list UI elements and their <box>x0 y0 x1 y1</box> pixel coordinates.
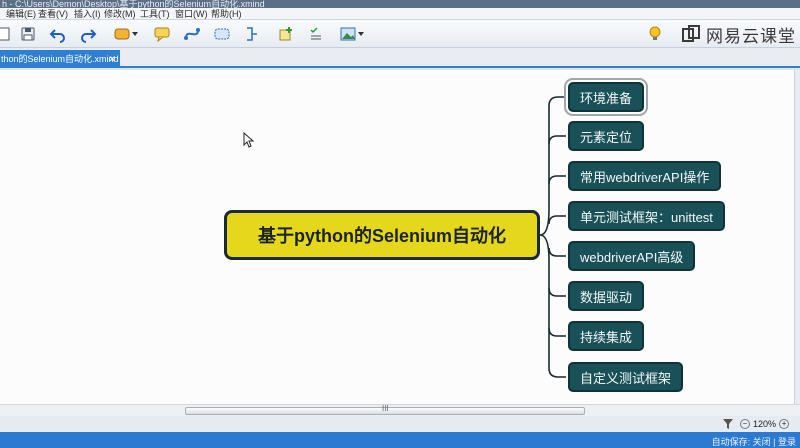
redo-icon[interactable] <box>78 24 98 44</box>
zoom-level: 120% <box>753 419 777 429</box>
save-icon[interactable] <box>18 24 38 44</box>
menu-help[interactable]: 帮助(H) <box>211 8 242 20</box>
vertical-scrollbar[interactable] <box>795 70 800 404</box>
menu-bar: 编辑(E) 查看(V) 插入(I) 修改(M) 工具(T) 窗口(W) 帮助(H… <box>0 8 800 20</box>
topic-label: webdriverAPI高级 <box>580 249 684 265</box>
boundary-icon[interactable] <box>212 24 232 44</box>
topic-label: 单元测试框架：unittest <box>580 209 713 225</box>
topic-icon[interactable] <box>112 24 138 44</box>
scrollbar-thumb[interactable]: III <box>185 404 585 415</box>
zoom-out-button[interactable]: − <box>740 419 750 429</box>
window-title-bar: h - C:\Users\Demon\Desktop\基于python的Sele… <box>0 0 800 8</box>
menu-edit[interactable]: 编辑(E) <box>6 8 36 20</box>
bottom-bar: 自动保存: 关闭 | 登录 <box>0 432 800 448</box>
task-icon[interactable] <box>306 24 326 44</box>
topic-element-locating[interactable]: 元素定位 <box>568 121 645 151</box>
image-icon[interactable] <box>338 24 364 44</box>
topic-label: 自定义测试框架 <box>580 370 672 386</box>
menu-tools[interactable]: 工具(T) <box>140 8 170 20</box>
topic-label: 持续集成 <box>580 329 633 345</box>
zoom-in-button[interactable]: + <box>779 419 790 429</box>
editor-tab-strip: thon的Selenium自动化.xmind ✕ <box>0 48 800 68</box>
bottom-status-text: 自动保存: 关闭 | 登录 <box>711 437 796 447</box>
filter-icon[interactable] <box>722 418 734 430</box>
topic-unittest-framework[interactable]: 单元测试框架：unittest <box>568 201 725 231</box>
status-bar: − 120% + <box>0 416 800 432</box>
horizontal-scrollbar[interactable]: III <box>0 404 800 416</box>
tab-label: thon的Selenium自动化.xmind <box>1 54 119 64</box>
topic-label: 环境准备 <box>580 90 633 106</box>
marker-icon[interactable] <box>276 24 296 44</box>
scrollbar-grip: III <box>382 404 389 413</box>
topic-label: 元素定位 <box>580 129 633 145</box>
window-title: h - C:\Users\Demon\Desktop\基于python的Sele… <box>2 0 265 8</box>
summary-icon[interactable] <box>242 24 262 44</box>
menu-window[interactable]: 窗口(W) <box>175 8 208 20</box>
page-icon[interactable] <box>0 24 14 44</box>
topic-webdriver-api-advanced[interactable]: webdriverAPI高级 <box>568 241 696 271</box>
netease-cloud-classroom-logo: 网易云课堂 <box>682 23 796 46</box>
menu-insert[interactable]: 插入(I) <box>74 8 101 20</box>
logo-mark-icon <box>682 25 700 42</box>
zoom-control: − 120% + <box>722 417 792 431</box>
topic-data-driven[interactable]: 数据驱动 <box>568 281 645 311</box>
tab-xmind-file[interactable]: thon的Selenium自动化.xmind ✕ <box>0 50 120 68</box>
lightbulb-icon[interactable] <box>645 24 665 44</box>
undo-icon[interactable] <box>48 24 68 44</box>
topic-label: 数据驱动 <box>580 289 633 305</box>
callout-icon[interactable] <box>152 24 172 44</box>
topic-environment-setup[interactable]: 环境准备 <box>563 78 649 116</box>
mouse-cursor-icon <box>243 132 255 148</box>
topic-continuous-integration[interactable]: 持续集成 <box>568 321 645 351</box>
topic-label: 常用webdriverAPI操作 <box>580 169 710 185</box>
mindmap-canvas[interactable]: 基于python的Selenium自动化 环境准备 元素定位 常用webdriv… <box>0 70 795 404</box>
topic-webdriver-api-operations[interactable]: 常用webdriverAPI操作 <box>568 161 722 191</box>
menu-modify[interactable]: 修改(M) <box>104 8 136 20</box>
central-topic[interactable]: 基于python的Selenium自动化 <box>224 210 540 260</box>
logo-text: 网易云课堂 <box>706 26 796 46</box>
toolbar <box>0 20 800 48</box>
topic-custom-test-framework[interactable]: 自定义测试框架 <box>568 362 684 392</box>
menu-view[interactable]: 查看(V) <box>38 8 68 20</box>
central-topic-label: 基于python的Selenium自动化 <box>257 226 506 246</box>
relationship-icon[interactable] <box>182 24 202 44</box>
tab-close-icon[interactable]: ✕ <box>108 50 116 68</box>
